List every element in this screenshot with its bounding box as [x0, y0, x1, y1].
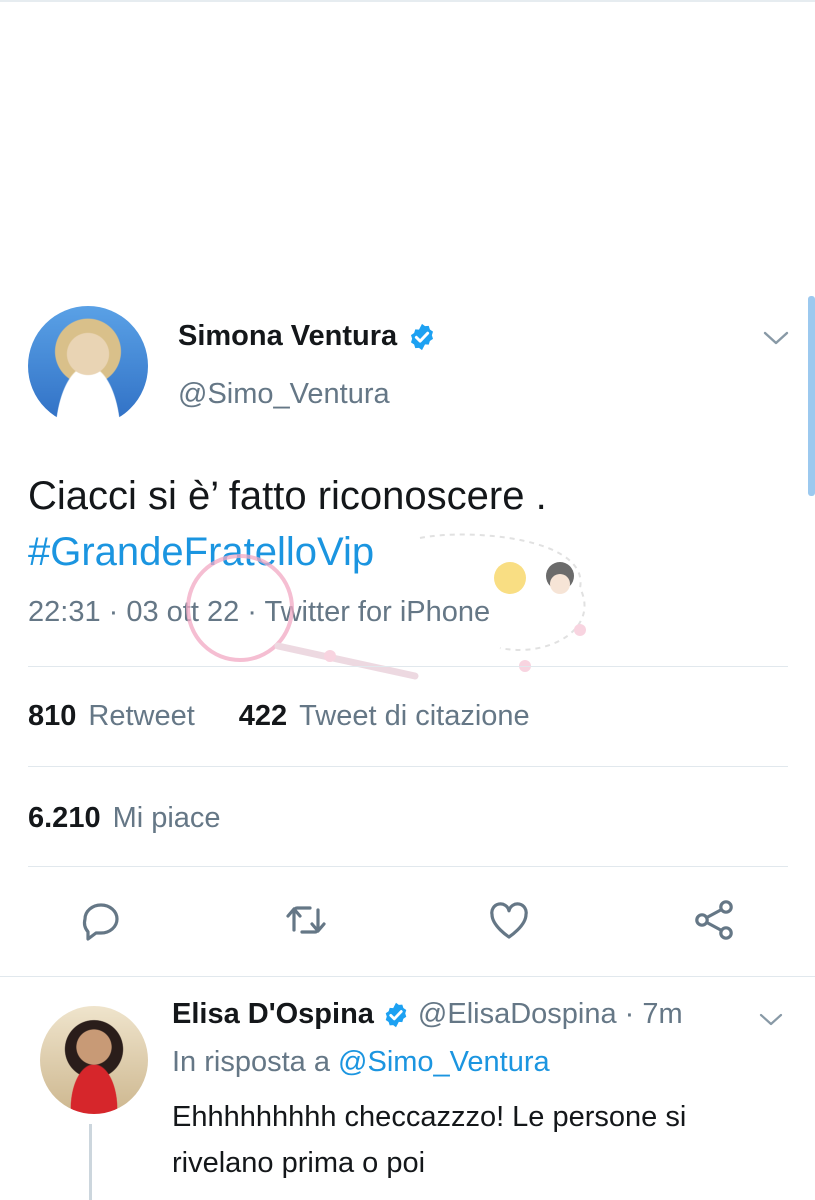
like-icon[interactable]: [485, 896, 533, 944]
section-divider: [0, 976, 815, 977]
quote-count[interactable]: 422: [239, 700, 287, 733]
thread-line: [89, 1124, 92, 1200]
stats-likes: 6.210 Mi piace: [28, 802, 221, 835]
author-avatar[interactable]: [28, 306, 148, 426]
quote-label[interactable]: Tweet di citazione: [299, 700, 530, 733]
retweet-icon[interactable]: [282, 896, 330, 944]
tweet-text: Ciacci si è’ fatto riconoscere .: [28, 474, 547, 518]
share-icon[interactable]: [690, 896, 738, 944]
tweet-timestamp[interactable]: 22:31 · 03 ott 22 · Twitter for iPhone: [28, 596, 490, 629]
reply-icon[interactable]: [77, 896, 125, 944]
author-name[interactable]: Simona Ventura: [178, 320, 397, 353]
top-divider: [0, 0, 815, 2]
reply-author-avatar[interactable]: [40, 1006, 148, 1114]
in-reply-to: In risposta a @Simo_Ventura: [172, 1046, 550, 1079]
chevron-down-icon[interactable]: [762, 328, 790, 348]
tweet-body: Ciacci si è’ fatto riconoscere . #Grande…: [28, 468, 547, 580]
divider: [28, 866, 788, 867]
like-label[interactable]: Mi piace: [113, 802, 221, 835]
verified-badge-icon: [385, 1002, 407, 1027]
reply-author-name[interactable]: Elisa D'Ospina: [172, 998, 374, 1031]
reply-author-handle[interactable]: @ElisaDospina: [418, 998, 617, 1031]
retweet-label[interactable]: Retweet: [88, 700, 194, 733]
reply-time: · 7m: [624, 998, 683, 1030]
hashtag-link[interactable]: #GrandeFratelloVip: [28, 524, 547, 580]
scrollbar[interactable]: [808, 296, 815, 496]
reply-header: Elisa D'Ospina @ElisaDospina · 7m: [172, 998, 683, 1031]
retweet-count[interactable]: 810: [28, 700, 76, 733]
tweet-action-bar: [0, 896, 815, 952]
in-reply-label: In risposta a: [172, 1046, 330, 1078]
reply-text: Ehhhhhhhhh checcazzzo! Le persone si riv…: [172, 1101, 687, 1179]
chevron-down-icon[interactable]: [758, 1011, 784, 1029]
verified-badge-icon: [411, 323, 434, 350]
stats-retweets-quotes: 810 Retweet 422 Tweet di citazione: [28, 700, 530, 733]
divider: [28, 766, 788, 767]
author-name-row: Simona Ventura: [178, 320, 437, 353]
like-count[interactable]: 6.210: [28, 802, 101, 835]
author-handle[interactable]: @Simo_Ventura: [178, 378, 390, 411]
divider: [28, 666, 788, 667]
in-reply-mention[interactable]: @Simo_Ventura: [338, 1046, 550, 1078]
